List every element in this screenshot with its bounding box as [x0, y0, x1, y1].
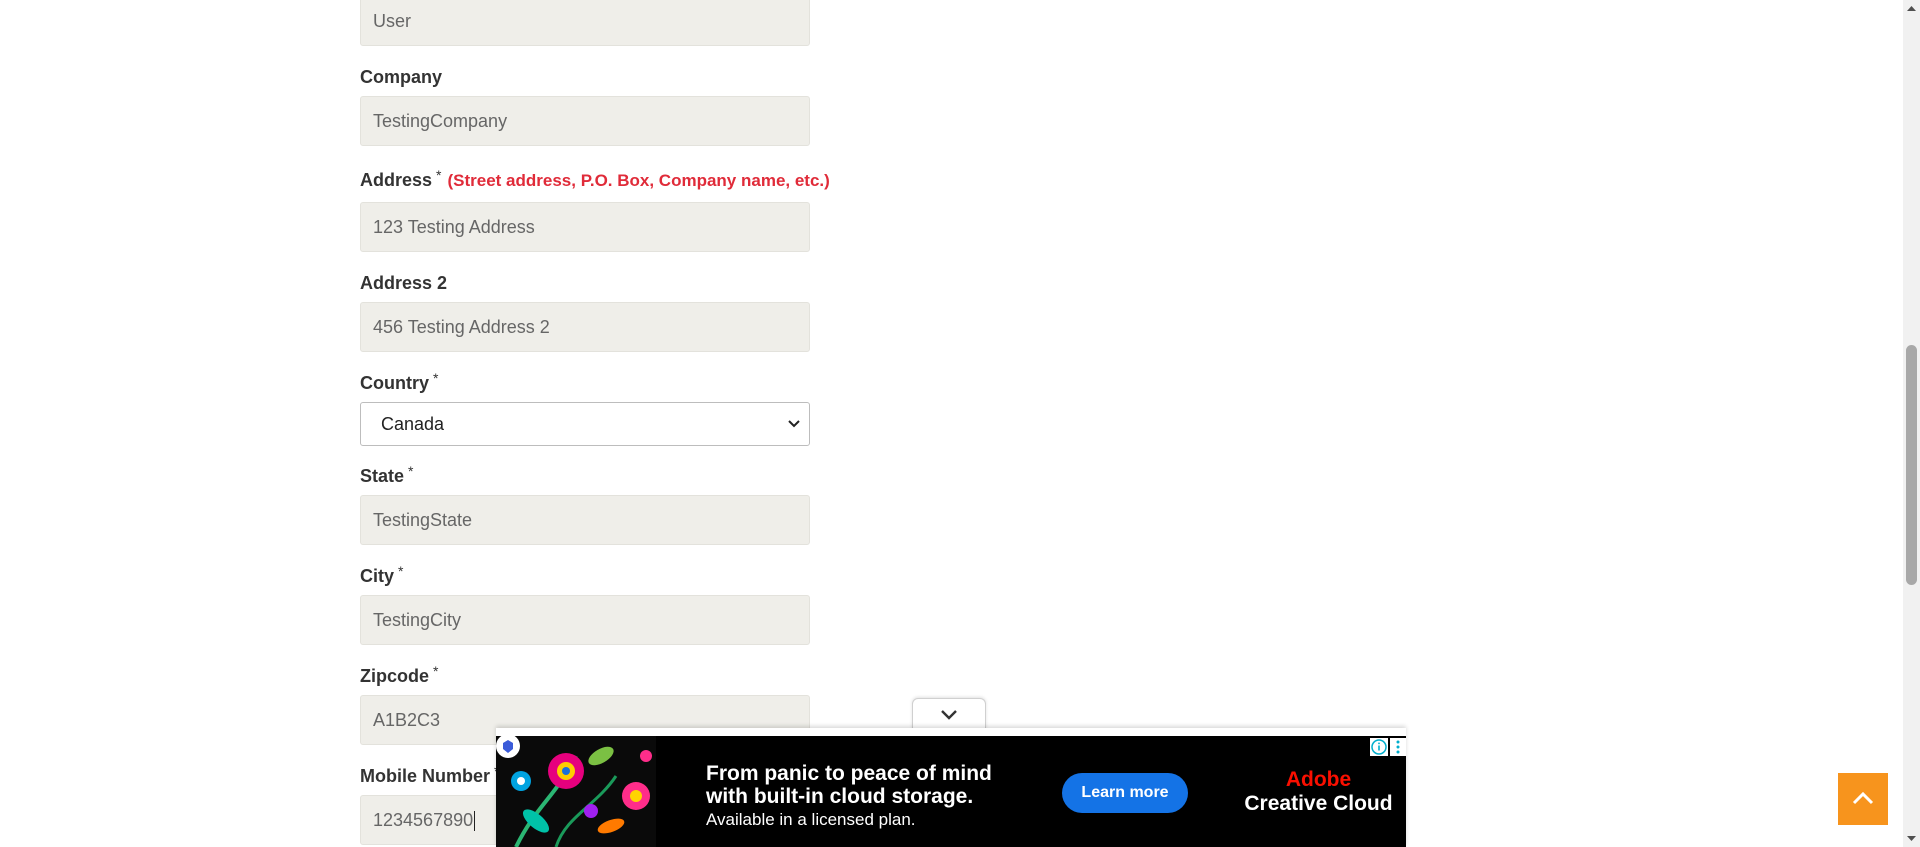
ad-banner: From panic to peace of mind with built-i…: [496, 728, 1406, 847]
address-label-text: Address: [360, 170, 433, 190]
mobile-label-text: Mobile Number: [360, 766, 491, 786]
state-label-text: State: [360, 466, 405, 486]
company-label: Company: [360, 67, 443, 87]
mobile-label: Mobile Number*: [360, 763, 499, 787]
ad-subtext: Available in a licensed plan.: [706, 810, 916, 829]
state-label: State *: [360, 463, 414, 487]
country-select[interactable]: Canada: [360, 402, 810, 446]
ad-menu-button[interactable]: [1390, 738, 1406, 756]
address2-label: Address 2: [360, 273, 448, 293]
company-input[interactable]: TestingCompany: [360, 96, 810, 146]
required-mark: *: [436, 167, 442, 183]
text-caret: [474, 811, 476, 832]
zipcode-label-text: Zipcode: [360, 666, 430, 686]
kebab-menu-icon: [1396, 740, 1400, 754]
info-icon: [1371, 739, 1387, 755]
page-scrollbar[interactable]: [1903, 0, 1920, 847]
chevron-down-icon: [788, 420, 800, 428]
floral-artwork: [496, 736, 656, 847]
scrollbar-thumb[interactable]: [1906, 345, 1917, 585]
zipcode-label: Zipcode *: [360, 663, 439, 687]
required-mark: *: [398, 563, 404, 579]
city-input[interactable]: TestingCity: [360, 595, 810, 645]
address2-input[interactable]: 456 Testing Address 2: [360, 302, 810, 352]
ad-info-button[interactable]: [1370, 738, 1388, 756]
state-input[interactable]: TestingState: [360, 495, 810, 545]
required-mark: *: [433, 663, 439, 679]
address-hint: (Street address, P.O. Box, Company name,…: [447, 171, 830, 190]
ad-brand-name: Adobe: [1285, 768, 1352, 791]
country-label-text: Country: [360, 373, 429, 393]
address-input[interactable]: 123 Testing Address: [360, 202, 810, 252]
city-label-text: City: [360, 566, 395, 586]
required-mark: *: [408, 463, 414, 479]
back-to-top-button[interactable]: [1838, 773, 1888, 825]
ad-brand-product: Creative Cloud: [1244, 792, 1393, 815]
scroll-up-arrow-icon[interactable]: [1903, 0, 1920, 17]
ad-creative[interactable]: From panic to peace of mind with built-i…: [496, 736, 1406, 847]
mobile-value: 1234567890: [373, 810, 474, 830]
city-label: City *: [360, 563, 404, 587]
address-label: Address * (Street address, P.O. Box, Compa…: [360, 167, 830, 191]
ad-learn-more-button[interactable]: Learn more: [1062, 773, 1188, 813]
chevron-down-icon: [941, 710, 957, 720]
last-name-input[interactable]: User: [360, 0, 810, 46]
required-mark: *: [433, 370, 439, 386]
country-label: Country *: [360, 370, 439, 394]
scroll-down-arrow-icon[interactable]: [1903, 830, 1920, 847]
country-selected-value: Canada: [381, 414, 445, 434]
chevron-up-icon: [1852, 791, 1874, 805]
ad-headline: From panic to peace of mind with built-i…: [706, 762, 992, 808]
ad-collapse-button[interactable]: [912, 698, 986, 731]
